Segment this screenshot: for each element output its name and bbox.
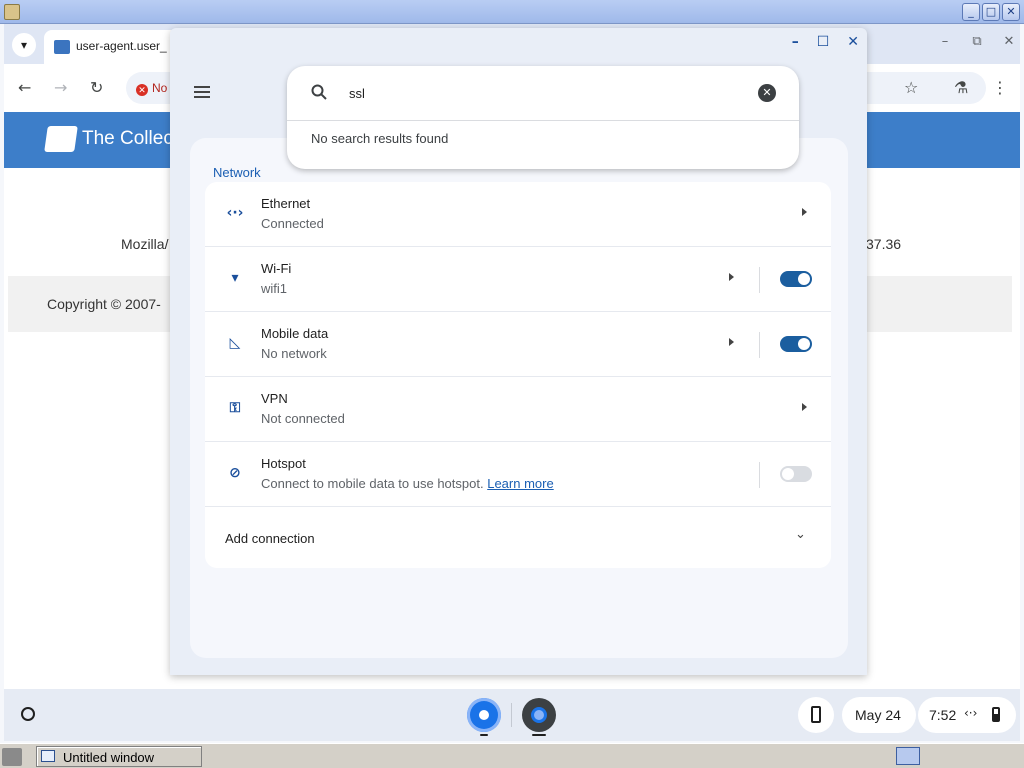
site-title[interactable]: The Collec bbox=[82, 128, 173, 150]
settings-close-button[interactable]: ✕ bbox=[847, 34, 859, 50]
network-row-ethernet[interactable]: ‹·› Ethernet Connected bbox=[205, 182, 831, 247]
vpn-key-icon: ⚿ bbox=[229, 400, 241, 416]
search-no-results: No search results found bbox=[311, 131, 449, 146]
row-subtitle: Not connected bbox=[261, 411, 345, 426]
date-label: May 24 bbox=[855, 707, 901, 723]
search-input[interactable] bbox=[349, 82, 729, 104]
wifi-lock-icon: ▾ bbox=[231, 270, 239, 286]
settings-minimize-button[interactable]: – bbox=[792, 34, 799, 50]
wifi-toggle[interactable] bbox=[780, 271, 812, 287]
host-window-controls: _ □ ✕ bbox=[962, 3, 1020, 21]
chrome-running-indicator bbox=[480, 734, 488, 736]
status-tray[interactable]: 7:52 ‹·› bbox=[918, 697, 1016, 733]
ua-text-right: 37.36 bbox=[866, 236, 902, 252]
taskbar-window-label: Untitled window bbox=[63, 750, 155, 765]
ua-text-left: Mozilla/ bbox=[121, 236, 169, 252]
chevron-right-icon[interactable] bbox=[729, 338, 734, 346]
search-icon bbox=[311, 84, 327, 100]
browser-menu-icon[interactable]: ⋮ bbox=[992, 78, 1008, 97]
mobile-data-toggle[interactable] bbox=[780, 336, 812, 352]
settings-window: – ☐ ✕ ✕ No search results found Network … bbox=[170, 28, 867, 675]
settings-running-indicator bbox=[532, 734, 546, 736]
reload-icon[interactable]: ↻ bbox=[90, 78, 103, 97]
labs-flask-icon[interactable]: ⚗ bbox=[954, 78, 968, 97]
ethernet-icon: ‹·› bbox=[226, 205, 244, 221]
start-menu-icon[interactable] bbox=[2, 748, 22, 766]
site-logo-icon bbox=[44, 126, 78, 152]
chrome-app-icon[interactable] bbox=[467, 698, 501, 732]
row-separator bbox=[759, 332, 760, 358]
add-connection-row[interactable]: Add connection ⌄ bbox=[205, 507, 831, 568]
tray-display-icon[interactable] bbox=[896, 747, 920, 765]
network-row-mobile-data[interactable]: ◺ Mobile data No network bbox=[205, 312, 831, 377]
hotspot-subtitle-text: Connect to mobile data to use hotspot. bbox=[261, 476, 484, 491]
settings-maximize-button[interactable]: ☐ bbox=[817, 34, 830, 50]
tab-user-agent[interactable]: user-agent.user_ bbox=[44, 30, 184, 64]
host-maximize-button[interactable]: □ bbox=[982, 3, 1000, 21]
clear-search-button[interactable]: ✕ bbox=[758, 84, 776, 102]
section-title-network: Network bbox=[213, 165, 261, 180]
taskbar-window-button[interactable]: Untitled window bbox=[36, 746, 202, 767]
chevron-right-icon[interactable] bbox=[729, 273, 734, 281]
browser-window-controls: – ⧉ ✕ bbox=[938, 34, 1016, 49]
back-arrow-icon[interactable]: ← bbox=[18, 78, 31, 97]
phone-icon bbox=[811, 706, 821, 723]
forward-arrow-icon[interactable]: → bbox=[54, 78, 67, 97]
favicon-icon bbox=[54, 40, 70, 54]
network-card: ‹·› Ethernet Connected ▾ Wi-Fi wifi1 ◺ M… bbox=[205, 182, 831, 568]
browser-minimize-button[interactable]: – bbox=[938, 34, 952, 49]
not-secure-icon: ✕ bbox=[136, 84, 148, 96]
network-row-wifi[interactable]: ▾ Wi-Fi wifi1 bbox=[205, 247, 831, 312]
host-close-button[interactable]: ✕ bbox=[1002, 3, 1020, 21]
row-subtitle: Connect to mobile data to use hotspot. L… bbox=[261, 476, 554, 491]
time-label: 7:52 bbox=[929, 707, 957, 723]
learn-more-link[interactable]: Learn more bbox=[487, 476, 553, 491]
row-subtitle: wifi1 bbox=[261, 281, 288, 296]
host-app-icon bbox=[4, 4, 20, 20]
shelf: May 24 7:52 ‹·› bbox=[4, 689, 1020, 741]
add-connection-label: Add connection bbox=[225, 531, 315, 546]
row-title: Mobile data bbox=[261, 326, 329, 341]
row-title: Ethernet bbox=[261, 196, 311, 211]
settings-window-controls: – ☐ ✕ bbox=[792, 34, 859, 50]
network-row-vpn[interactable]: ⚿ VPN Not connected bbox=[205, 377, 831, 442]
chevron-down-icon: ⌄ bbox=[795, 527, 806, 542]
chevron-right-icon bbox=[802, 403, 807, 411]
shelf-divider bbox=[511, 703, 512, 727]
row-separator bbox=[759, 462, 760, 488]
cellular-icon: ◺ bbox=[229, 335, 241, 351]
bookmark-star-icon[interactable]: ☆ bbox=[904, 78, 918, 97]
chevron-right-icon bbox=[802, 208, 807, 216]
hotspot-toggle bbox=[780, 466, 812, 482]
row-title: Hotspot bbox=[261, 456, 306, 471]
launcher-button[interactable] bbox=[21, 707, 35, 721]
browser-close-button[interactable]: ✕ bbox=[1002, 34, 1016, 49]
row-title: Wi-Fi bbox=[261, 261, 292, 276]
battery-icon bbox=[992, 707, 1000, 722]
network-row-hotspot: ⊘ Hotspot Connect to mobile data to use … bbox=[205, 442, 831, 507]
tab-search-button[interactable]: ▾ bbox=[12, 33, 36, 57]
browser-restore-button[interactable]: ⧉ bbox=[970, 34, 984, 49]
search-divider bbox=[287, 120, 799, 121]
row-subtitle: Connected bbox=[261, 216, 324, 231]
copyright-text: Copyright © 2007- bbox=[47, 296, 161, 312]
host-taskbar: Untitled window bbox=[0, 743, 1024, 768]
window-icon bbox=[41, 750, 55, 762]
hotspot-off-icon: ⊘ bbox=[229, 465, 241, 481]
tab-title: user-agent.user_ bbox=[76, 39, 167, 53]
host-titlebar: _ □ ✕ bbox=[0, 0, 1024, 24]
row-subtitle: No network bbox=[261, 346, 327, 361]
row-separator bbox=[759, 267, 760, 293]
host-minimize-button[interactable]: _ bbox=[962, 3, 980, 21]
not-secure-label: No bbox=[152, 81, 168, 95]
settings-app-icon[interactable] bbox=[522, 698, 556, 732]
hamburger-menu-icon[interactable] bbox=[194, 86, 210, 98]
date-tray[interactable]: May 24 bbox=[842, 697, 916, 733]
settings-search-box: ✕ No search results found bbox=[287, 66, 799, 169]
row-title: VPN bbox=[261, 391, 288, 406]
network-panel: Network ‹·› Ethernet Connected ▾ Wi-Fi w… bbox=[190, 138, 848, 658]
phone-hub-button[interactable] bbox=[798, 697, 834, 733]
security-indicator[interactable]: ✕ No bbox=[136, 81, 167, 96]
ethernet-status-icon: ‹·› bbox=[964, 706, 978, 720]
